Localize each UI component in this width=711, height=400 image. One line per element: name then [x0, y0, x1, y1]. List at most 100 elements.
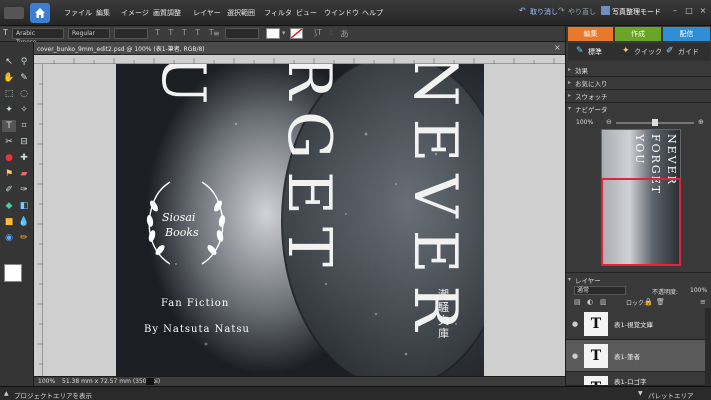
right-panel: 編集 作成 配信 ✎ 標準 ✦ クイック ✐ ガイド ▸ 効果 ▸ お気に入り … — [565, 26, 711, 386]
hand-tool-icon[interactable]: ✋ — [2, 72, 16, 84]
chevron-down-icon[interactable]: ▾ — [568, 105, 571, 112]
layer-row[interactable]: ● T 表1-視覚文庫 — [566, 308, 711, 340]
navigator-view-box[interactable] — [601, 178, 681, 266]
type-tool-icon[interactable]: T — [2, 120, 16, 132]
font-family-select[interactable]: Arabic Typese... — [12, 28, 64, 46]
menu-file[interactable]: ファイル — [64, 8, 92, 18]
healing-tool-icon[interactable]: ✚ — [17, 152, 31, 164]
clone-stamp-tool-icon[interactable]: ⚑ — [2, 168, 16, 180]
sponge-tool-icon[interactable]: ◉ — [2, 232, 16, 244]
undo-button[interactable]: 取り消し — [530, 7, 558, 17]
close-document-icon[interactable]: × — [554, 43, 561, 52]
font-size-select[interactable] — [114, 28, 148, 39]
menu-help[interactable]: ヘルプ — [362, 8, 383, 18]
cookie-cutter-tool-icon[interactable]: ✂ — [2, 136, 16, 148]
marquee-tool-icon[interactable]: ⬚ — [2, 88, 16, 100]
lock-icon[interactable]: 🔒 — [644, 298, 653, 306]
new-layer-icon[interactable]: ▤ — [574, 298, 581, 306]
red-eye-tool-icon[interactable]: ● — [2, 152, 16, 164]
opacity-value[interactable]: 100% — [690, 287, 707, 294]
adjustment-layer-icon[interactable]: ◐ — [587, 298, 593, 306]
font-style-select[interactable]: Regular — [68, 28, 110, 39]
maximize-icon[interactable]: □ — [684, 6, 694, 16]
warp-text-icon[interactable]: ⟆T — [314, 28, 322, 37]
menu-select[interactable]: 選択範囲 — [227, 8, 255, 18]
magic-wand-tool-icon[interactable]: ✦ — [2, 104, 16, 116]
text-color-swatch[interactable] — [266, 28, 280, 39]
lasso-tool-icon[interactable]: ◌ — [17, 88, 31, 100]
paint-bucket-tool-icon[interactable]: ◆ — [2, 200, 16, 212]
text-style-icons[interactable]: T T T T T — [155, 28, 217, 37]
crop-tool-icon[interactable]: ⌗ — [17, 120, 31, 132]
chevron-down-icon[interactable]: ▼ — [638, 390, 643, 397]
align-icon[interactable]: ≡ — [213, 29, 220, 38]
eye-icon[interactable]: ● — [572, 384, 578, 385]
shape-tool-icon[interactable]: ■ — [2, 216, 16, 228]
tab-full-edit[interactable]: 標準 — [588, 47, 602, 57]
tab-edit[interactable]: 編集 — [568, 27, 613, 41]
tab-share[interactable]: 配信 — [663, 27, 710, 41]
zoom-in-icon[interactable]: ⊕ — [698, 118, 704, 126]
organizer-button[interactable]: 写真整理モード — [612, 7, 661, 17]
tab-guided-edit[interactable]: ガイド — [678, 47, 699, 57]
antialias-icon[interactable]: あ — [340, 27, 349, 40]
menu-filter[interactable]: フィルタ — [264, 8, 292, 18]
delete-layer-icon[interactable]: ▥ — [600, 298, 607, 306]
foreground-color-swatch[interactable] — [4, 264, 22, 282]
minimize-icon[interactable]: – — [670, 6, 680, 16]
blend-mode-select[interactable]: 通常 — [574, 286, 626, 295]
eye-icon[interactable]: ● — [572, 320, 578, 328]
tab-create[interactable]: 作成 — [615, 27, 661, 41]
close-icon[interactable]: × — [698, 6, 708, 16]
chevron-down-icon[interactable]: ▾ — [282, 29, 286, 37]
zoom-level[interactable]: 100% — [38, 378, 55, 385]
menu-image[interactable]: イメージ — [121, 8, 149, 18]
blur-tool-icon[interactable]: 💧 — [17, 216, 31, 228]
tab-quick-fix[interactable]: クイック — [634, 47, 662, 57]
brush-tool-icon[interactable]: ✐ — [2, 184, 16, 196]
zoom-out-icon[interactable]: ⊖ — [606, 118, 612, 126]
menu-window[interactable]: ウインドウ — [324, 8, 359, 18]
orientation-icon[interactable]: ⫶ — [330, 28, 332, 38]
layer-row[interactable]: ● T 表1-ロゴ字 — [566, 372, 711, 386]
redo-button[interactable]: やり直し — [568, 7, 596, 17]
style-none-icon[interactable] — [290, 28, 303, 39]
layer-row-selected[interactable]: ● T 表1-筆者 — [566, 340, 711, 372]
navigator-zoom[interactable]: 100% — [576, 119, 593, 126]
chevron-up-icon[interactable]: ▲ — [4, 390, 9, 397]
panel-effects-header[interactable]: 効果 — [575, 65, 588, 75]
canvas-area[interactable]: RGET U NEVER Siosai Books Fan Fiction By… — [43, 64, 565, 376]
chevron-right-icon[interactable]: ▸ — [568, 66, 571, 73]
quick-select-tool-icon[interactable]: ✧ — [17, 104, 31, 116]
pencil-tool-icon[interactable]: ✏ — [17, 232, 31, 244]
zoom-tool-icon[interactable]: ⚲ — [17, 56, 31, 68]
panel-favorites-header[interactable]: お気に入り — [575, 78, 608, 88]
leading-select[interactable] — [225, 28, 259, 39]
panel-navigator-header[interactable]: ナビゲータ — [575, 104, 608, 114]
menu-layer[interactable]: レイヤー — [193, 8, 221, 18]
chevron-right-icon[interactable]: ▸ — [568, 79, 571, 86]
panel-layers-header[interactable]: レイヤー — [575, 275, 601, 285]
panel-menu-icon[interactable]: ≡ — [700, 298, 706, 306]
eyedropper-tool-icon[interactable]: ✎ — [17, 72, 31, 84]
zoom-slider-thumb[interactable] — [652, 119, 658, 126]
document-tab[interactable]: cover_bunko_9mm_edit2.psd @ 100% (表1-筆者,… — [34, 42, 565, 55]
move-tool-icon[interactable]: ↖ — [2, 56, 16, 68]
smart-brush-tool-icon[interactable]: ✑ — [17, 184, 31, 196]
menu-enhance[interactable]: 画質調整 — [153, 8, 181, 18]
eye-icon[interactable]: ● — [572, 352, 578, 360]
layers-scrollbar[interactable] — [705, 308, 711, 386]
menu-edit[interactable]: 編集 — [96, 8, 110, 18]
chevron-down-icon[interactable]: ▾ — [568, 276, 571, 283]
gradient-tool-icon[interactable]: ◧ — [17, 200, 31, 212]
home-icon[interactable] — [30, 3, 50, 23]
chevron-right-icon[interactable]: ▸ — [568, 92, 571, 99]
straighten-tool-icon[interactable]: ⊟ — [17, 136, 31, 148]
project-bin-toggle[interactable]: プロジェクトエリアを表示 — [14, 390, 92, 400]
eraser-tool-icon[interactable]: ▰ — [17, 168, 31, 180]
status-menu-icon[interactable] — [146, 378, 154, 385]
menu-view[interactable]: ビュー — [296, 8, 317, 18]
palette-bin-toggle[interactable]: パレットエリア — [648, 390, 694, 400]
trash-icon[interactable]: 🗑 — [656, 298, 665, 306]
panel-swatches-header[interactable]: スウォッチ — [575, 91, 608, 101]
